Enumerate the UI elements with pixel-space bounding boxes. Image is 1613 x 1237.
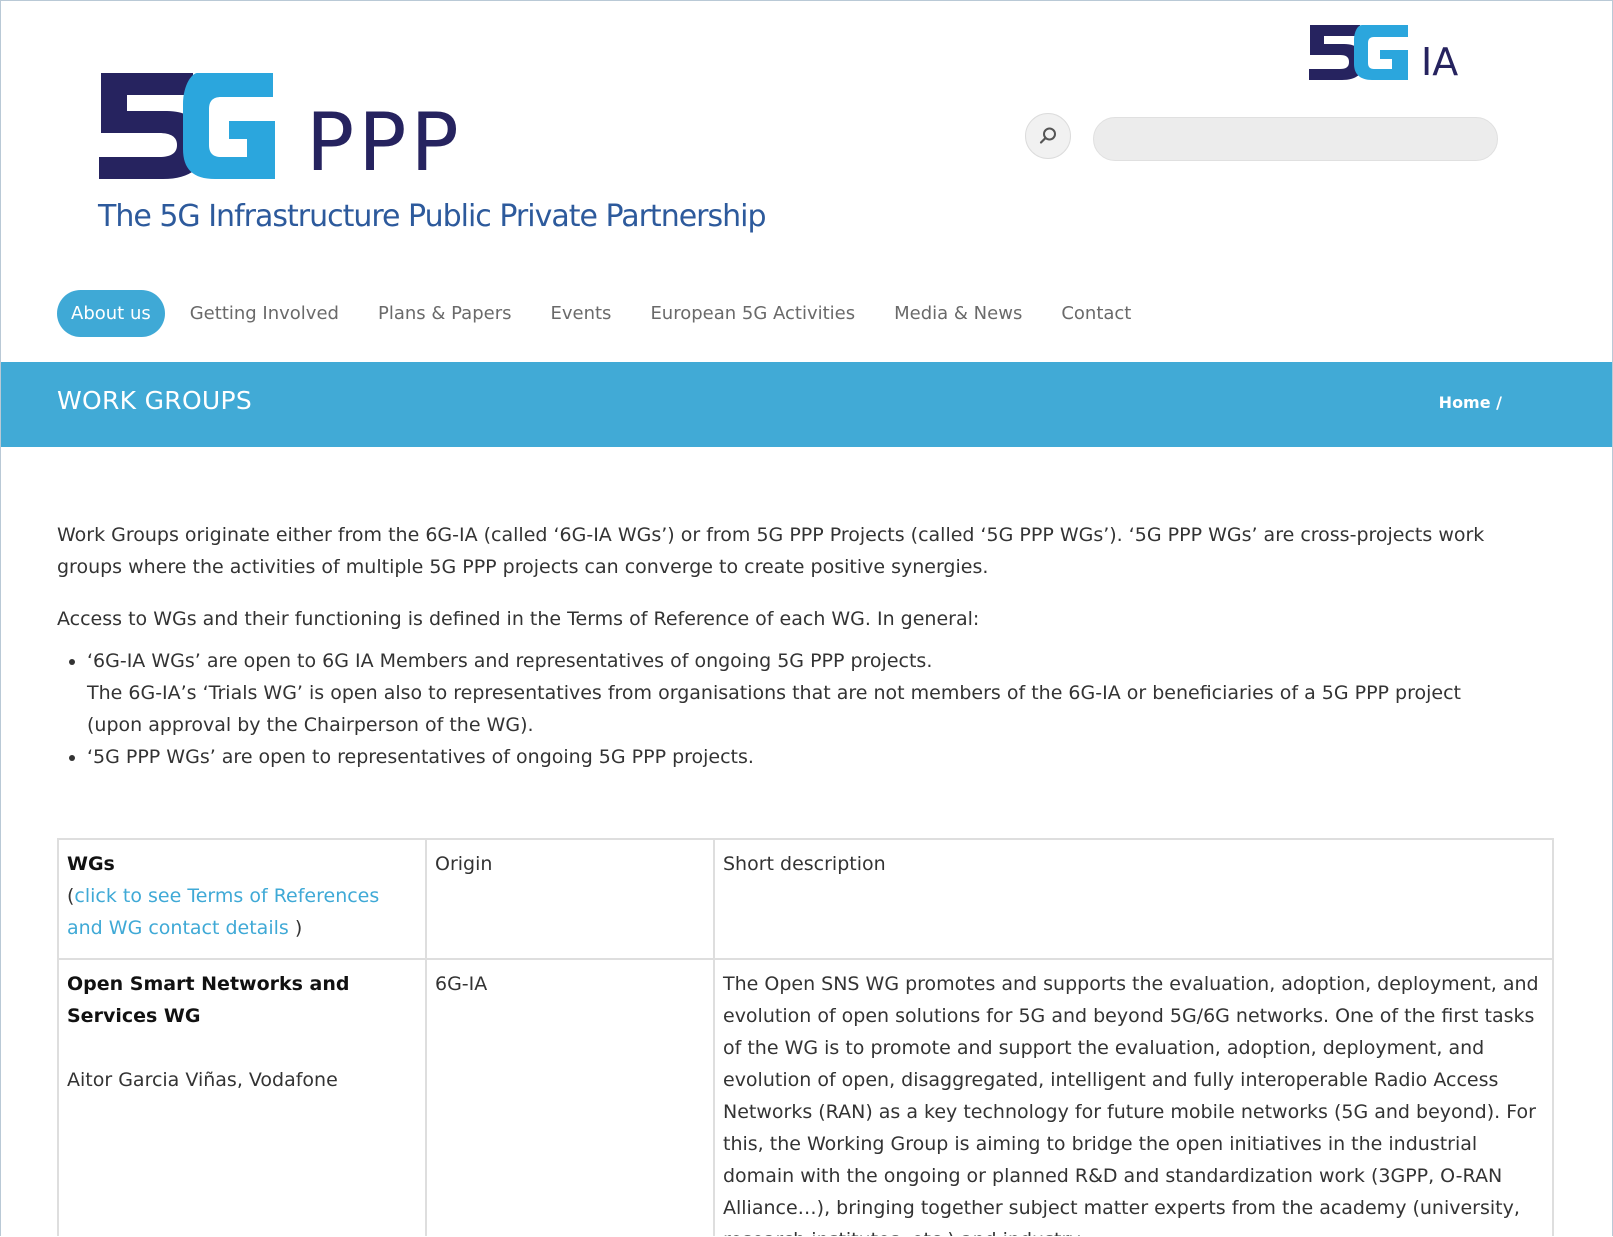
bullet1-line2: The 6G-IA’s ‘Trials WG’ is open also to … bbox=[87, 682, 1461, 736]
nav-item-getting-involved[interactable]: Getting Involved bbox=[190, 303, 339, 324]
header-wgs-title: WGs bbox=[67, 853, 115, 875]
logo-ppp-text: PPP bbox=[306, 96, 463, 189]
header-cell-wgs: WGs (click to see Terms of References an… bbox=[57, 838, 427, 960]
access-paragraph: Access to WGs and their functioning is d… bbox=[57, 608, 980, 630]
5gppp-logo-icon[interactable] bbox=[97, 69, 279, 183]
nav-item-european-5g-activities[interactable]: European 5G Activities bbox=[650, 303, 855, 324]
header-cell-origin: Origin bbox=[425, 838, 715, 960]
table-row: Open Smart Networks and Services WG Aito… bbox=[57, 958, 1554, 1236]
main-content: Work Groups originate either from the 6G… bbox=[57, 519, 1507, 773]
wg-name-cell: Open Smart Networks and Services WG Aito… bbox=[57, 958, 427, 1236]
search-input[interactable] bbox=[1093, 117, 1498, 161]
bullet1-line1: ‘6G-IA WGs’ are open to 6G IA Members an… bbox=[87, 650, 933, 672]
search-button[interactable] bbox=[1025, 113, 1071, 159]
terms-of-reference-link[interactable]: click to see Terms of References and WG … bbox=[67, 885, 379, 939]
breadcrumb-home-link[interactable]: Home / bbox=[1439, 393, 1502, 412]
tagline: The 5G Infrastructure Public Private Par… bbox=[98, 199, 767, 234]
wg-table: WGs (click to see Terms of References an… bbox=[57, 838, 1554, 1236]
list-item: ‘5G PPP WGs’ are open to representatives… bbox=[87, 741, 1507, 773]
wg-name: Open Smart Networks and Services WG bbox=[67, 973, 350, 1027]
search-icon bbox=[1039, 127, 1056, 144]
wg-origin: 6G-IA bbox=[425, 958, 715, 1236]
page-title-bar: WORK GROUPS Home / bbox=[1, 362, 1612, 447]
page-title: WORK GROUPS bbox=[57, 386, 253, 415]
brand-ia-text: IA bbox=[1421, 40, 1459, 84]
wg-description: The Open SNS WG promotes and supports th… bbox=[713, 958, 1554, 1236]
5gia-logo-icon[interactable] bbox=[1308, 23, 1412, 83]
wg-chair: Aitor Garcia Viñas, Vodafone bbox=[67, 1069, 338, 1091]
page-frame: PPP The 5G Infrastructure Public Private… bbox=[0, 0, 1613, 1236]
nav-item-about-us[interactable]: About us bbox=[57, 289, 165, 337]
nav-item-media-news[interactable]: Media & News bbox=[894, 303, 1022, 324]
nav-item-events[interactable]: Events bbox=[550, 303, 611, 324]
nav-item-contact[interactable]: Contact bbox=[1061, 303, 1131, 324]
intro-paragraph: Work Groups originate either from the 6G… bbox=[57, 524, 1485, 578]
nav-item-plans-papers[interactable]: Plans & Papers bbox=[378, 303, 512, 324]
access-list: ‘6G-IA WGs’ are open to 6G IA Members an… bbox=[57, 645, 1507, 773]
main-nav: About us Getting Involved Plans & Papers… bbox=[57, 288, 1170, 338]
table-header-row: WGs (click to see Terms of References an… bbox=[57, 838, 1554, 960]
list-item: ‘6G-IA WGs’ are open to 6G IA Members an… bbox=[87, 645, 1507, 741]
paren-close: ) bbox=[288, 917, 303, 939]
header-cell-description: Short description bbox=[713, 838, 1554, 960]
